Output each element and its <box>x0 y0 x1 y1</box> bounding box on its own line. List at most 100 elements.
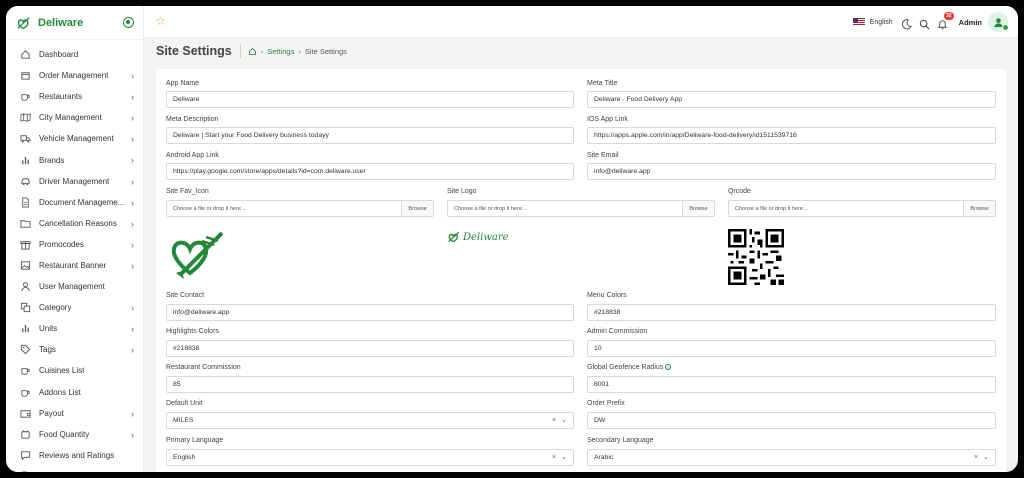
meta-description-label: Meta Description <box>166 116 219 123</box>
app-name-label: App Name <box>166 80 200 87</box>
sidebar-toggle-icon[interactable] <box>123 17 134 28</box>
sidebar-item-cancellation-reasons[interactable]: Cancellation Reasons › <box>6 213 143 234</box>
site-contact-label: Site Contact <box>166 292 205 299</box>
moon-icon[interactable] <box>901 17 912 29</box>
default-unit-select[interactable]: MILES × ⌄ <box>166 412 574 429</box>
sidebar-item-label: Category <box>39 303 72 313</box>
sidebar-item-addons-list[interactable]: Addons List <box>6 382 143 403</box>
clear-icon[interactable]: × <box>552 417 556 424</box>
order-prefix-input[interactable]: DW <box>587 412 996 429</box>
brand-name: Deliware <box>38 16 84 29</box>
admin-commission-input[interactable]: 10 <box>587 340 996 357</box>
admin-commission-label: Admin Commission <box>587 328 648 335</box>
folder-icon <box>20 218 31 229</box>
bell-icon[interactable]: 32 <box>937 11 954 29</box>
us-flag-icon[interactable] <box>852 18 865 26</box>
meta-title-input[interactable]: Deliware - Food Delivery App <box>587 91 996 108</box>
global-geofence-radius-label: Global Geofence Radius? <box>587 364 672 371</box>
search-icon[interactable] <box>919 17 930 29</box>
android-app-link-input[interactable]: https://play.google.com/store/apps/detai… <box>166 163 574 180</box>
cup-icon <box>20 365 31 376</box>
chevron-down-icon[interactable]: ⌄ <box>561 416 567 424</box>
topbar-actions: English 32 Admin <box>852 10 1009 34</box>
restaurant-commission-input[interactable]: 85 <box>166 376 574 393</box>
sidebar-item-user-management[interactable]: User Management <box>6 276 143 297</box>
star-icon[interactable]: ☆ <box>155 14 166 28</box>
sidebar-item-content-management[interactable]: Content Management› <box>6 466 143 472</box>
site-logo-file-input[interactable]: Choose a file or drop it here... Browse <box>447 200 715 217</box>
sidebar-item-document-manageme[interactable]: Document Manageme... › <box>6 192 143 213</box>
secondary-language-select[interactable]: Arabic × ⌄ <box>587 449 996 466</box>
restaurant-commission-label: Restaurant Commission <box>166 364 241 371</box>
chevron-right-icon: › <box>131 134 134 145</box>
browse-button[interactable]: Browse <box>401 201 433 216</box>
sidebar-item-label: Payout <box>39 408 64 418</box>
sidebar-item-label: Driver Management <box>39 176 110 186</box>
info-icon[interactable]: ? <box>665 364 672 371</box>
sidebar-item-city-management[interactable]: City Management › <box>6 107 143 128</box>
highlights-colors-label: Highlights Colors <box>166 328 219 335</box>
sidebar-item-tags[interactable]: Tags › <box>6 339 143 360</box>
global-geofence-radius-input[interactable]: 8001 <box>587 376 996 393</box>
site-email-input[interactable]: info@deliware.app <box>587 163 996 180</box>
chevron-right-icon: › <box>131 71 134 82</box>
sidebar-item-cuisines-list[interactable]: Cuisines List <box>6 360 143 381</box>
primary-language-select[interactable]: English × ⌄ <box>166 449 574 466</box>
cup-icon <box>20 91 31 102</box>
chevron-right-icon: › <box>131 303 134 314</box>
highlights-colors-input[interactable]: #218838 <box>166 340 574 357</box>
breadcrumb-settings-link[interactable]: Settings <box>267 47 294 56</box>
sidebar-item-food-quantity[interactable]: Food Quantity › <box>6 424 143 445</box>
sidebar-item-order-management[interactable]: Order Management › <box>6 65 143 86</box>
app-name-input[interactable]: Deliware <box>166 91 574 108</box>
chevron-right-icon: › <box>131 429 134 440</box>
sidebar-item-label: Order Management <box>39 71 109 81</box>
sidebar-item-dashboard[interactable]: Dashboard <box>6 44 143 65</box>
copy-icon <box>20 302 31 313</box>
clear-icon[interactable]: × <box>974 454 978 461</box>
sidebar-item-units[interactable]: Units › <box>6 318 143 339</box>
meta-description-input[interactable]: Deliware | Start your Food Delivery busi… <box>166 127 574 144</box>
sidebar: Deliware Dashboard Order Management › Resta… <box>6 6 144 472</box>
document-icon <box>20 471 31 472</box>
settings-form: App Name Deliware Meta Title Deliware - … <box>156 69 1006 472</box>
wallet-icon <box>20 408 31 419</box>
sidebar-item-brands[interactable]: Brands › <box>6 149 143 170</box>
qrcode-file-input[interactable]: Choose a file or drop it here... Browse <box>728 200 996 217</box>
avatar[interactable] <box>988 12 1009 32</box>
car-icon <box>20 176 31 187</box>
menu-colors-input[interactable]: #218838 <box>587 304 996 321</box>
admin-name[interactable]: Admin <box>959 18 982 27</box>
breadcrumb-current: Site Settings <box>304 46 347 56</box>
home-icon[interactable] <box>248 47 257 56</box>
browse-button[interactable]: Browse <box>682 201 714 216</box>
clear-icon[interactable]: × <box>552 454 556 461</box>
sidebar-item-restaurant-banner[interactable]: Restaurant Banner › <box>6 255 143 276</box>
sidebar-item-label: Cuisines List <box>39 366 85 376</box>
user-icon <box>993 17 1003 27</box>
qrcode-image <box>728 229 784 285</box>
ios-app-link-input[interactable]: https://apps.apple.com/in/app/Deliware-f… <box>587 127 996 144</box>
chevron-down-icon[interactable]: ⌄ <box>561 453 567 461</box>
site-contact-input[interactable]: info@deliware.app <box>166 304 574 321</box>
sidebar-item-reviews-and-ratings[interactable]: Reviews and Ratings <box>6 445 143 466</box>
chevron-down-icon[interactable]: ⌄ <box>983 453 989 461</box>
site-fav-icon-label: Site Fav_Icon <box>166 188 209 195</box>
logo-mark-icon <box>448 231 460 243</box>
sidebar-item-category[interactable]: Category › <box>6 297 143 318</box>
android-app-link-label: Android App Link <box>166 152 219 159</box>
chevron-right-icon: › <box>131 113 134 124</box>
sidebar-item-restaurants[interactable]: Restaurants › <box>6 86 143 107</box>
sidebar-item-promocodes[interactable]: Promocodes › <box>6 234 143 255</box>
sidebar-item-payout[interactable]: Payout › <box>6 403 143 424</box>
sidebar-item-label: Brands <box>39 155 65 165</box>
box-icon <box>20 70 31 81</box>
sidebar-item-driver-management[interactable]: Driver Management › <box>6 171 143 192</box>
sidebar-item-label: Units <box>39 324 58 334</box>
language-selector[interactable]: English <box>870 19 893 26</box>
browse-button[interactable]: Browse <box>963 201 995 216</box>
site-fav-icon-file-input[interactable]: Choose a file or drop it here... Browse <box>166 200 434 217</box>
chevron-right-icon: › <box>131 176 134 187</box>
order-prefix-label: Order Prefix <box>587 400 625 407</box>
sidebar-item-vehicle-management[interactable]: Vehicle Management › <box>6 128 143 149</box>
